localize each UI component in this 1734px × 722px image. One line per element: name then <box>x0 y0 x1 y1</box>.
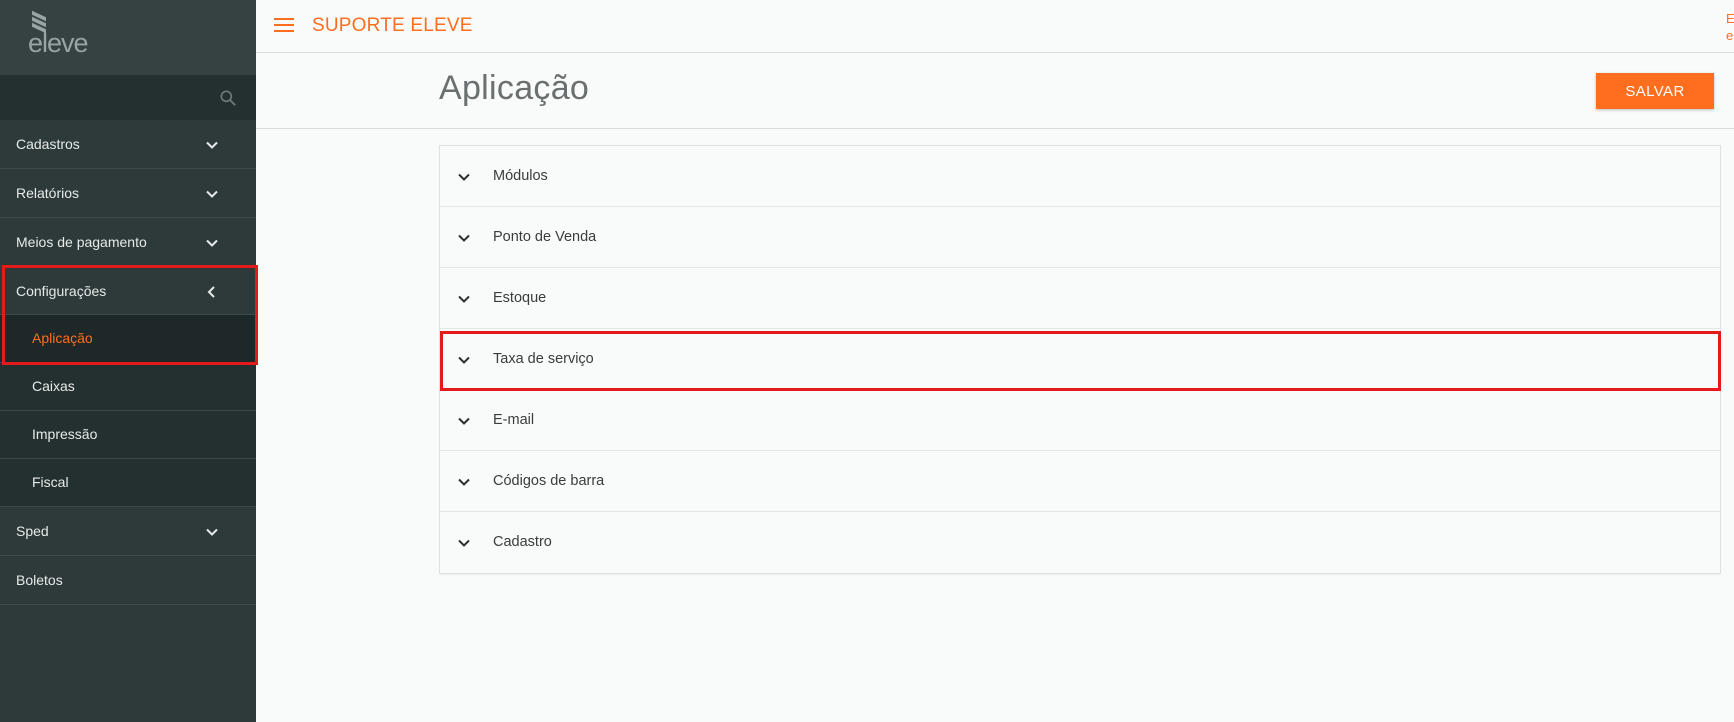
accordion-item-cadastro[interactable]: Cadastro <box>440 512 1720 573</box>
sidebar-item-label: Relatórios <box>16 185 80 201</box>
sidebar-subitem-label: Aplicação <box>32 330 93 346</box>
accordion-item-label: Taxa de serviço <box>493 351 594 367</box>
user-info-line2: e <box>1726 28 1734 43</box>
chevron-down-icon <box>458 478 470 486</box>
accordion-item-ponto-de-venda[interactable]: Ponto de Venda <box>440 207 1720 268</box>
search-input[interactable] <box>0 75 210 120</box>
settings-accordion: Módulos Ponto de Venda Estoque Taxa de s… <box>440 146 1720 573</box>
sidebar-item-label: Configurações <box>16 283 107 299</box>
page-header: Aplicação SALVAR <box>256 53 1734 129</box>
chevron-down-icon <box>206 239 218 247</box>
accordion-item-estoque[interactable]: Estoque <box>440 268 1720 329</box>
accordion-item-e-mail[interactable]: E-mail <box>440 390 1720 451</box>
accordion-item-taxa-de-servico[interactable]: Taxa de serviço <box>440 329 1720 390</box>
sidebar-subitem-label: Impressão <box>32 426 98 442</box>
accordion-item-label: Módulos <box>493 168 548 184</box>
chevron-down-icon <box>458 234 470 242</box>
sidebar-subitem-fiscal[interactable]: Fiscal <box>0 459 256 507</box>
sidebar-item-cadastros[interactable]: Cadastros <box>0 120 256 169</box>
sidebar-item-meios-de-pagamento[interactable]: Meios de pagamento <box>0 218 256 267</box>
sidebar-subitem-label: Caixas <box>32 378 75 394</box>
chevron-down-icon <box>458 173 470 181</box>
sidebar-item-relatorios[interactable]: Relatórios <box>0 169 256 218</box>
chevron-down-icon <box>206 528 218 536</box>
user-info-line1: E <box>1726 11 1734 26</box>
sidebar-item-label: Boletos <box>16 572 63 588</box>
menu-icon[interactable] <box>274 17 294 33</box>
logo-area: eleve <box>0 0 256 75</box>
accordion-item-codigos-de-barra[interactable]: Códigos de barra <box>440 451 1720 512</box>
sidebar-subitem-caixas[interactable]: Caixas <box>0 363 256 411</box>
chevron-down-icon <box>458 295 470 303</box>
logo-text: eleve <box>28 28 89 58</box>
accordion-item-label: Cadastro <box>493 534 552 550</box>
app-title: SUPORTE ELEVE <box>312 15 473 36</box>
chevron-down-icon <box>458 539 470 547</box>
sidebar: eleve Cadastros Relatórios Meios de paga… <box>0 0 258 722</box>
topbar: SUPORTE ELEVE E e <box>256 0 1734 53</box>
accordion-item-modulos[interactable]: Módulos <box>440 146 1720 207</box>
chevron-down-icon <box>458 417 470 425</box>
sidebar-item-sped[interactable]: Sped <box>0 507 256 556</box>
sidebar-subitem-impressao[interactable]: Impressão <box>0 411 256 459</box>
save-button[interactable]: SALVAR <box>1596 73 1714 109</box>
chevron-down-icon <box>206 141 218 149</box>
accordion-item-label: Estoque <box>493 290 547 306</box>
user-info-clipped[interactable]: E e <box>1726 10 1734 44</box>
sidebar-item-label: Sped <box>16 523 49 539</box>
page-title: Aplicação <box>439 69 590 107</box>
sidebar-search <box>0 75 256 120</box>
search-icon[interactable] <box>218 88 238 108</box>
eleve-logo[interactable]: eleve <box>28 10 98 58</box>
sidebar-item-label: Cadastros <box>16 136 80 152</box>
accordion-item-label: Códigos de barra <box>493 473 605 489</box>
chevron-left-icon <box>207 286 215 298</box>
sidebar-subitem-label: Fiscal <box>32 474 69 490</box>
sidebar-subitem-aplicacao[interactable]: Aplicação <box>0 315 256 363</box>
sidebar-item-configuracoes[interactable]: Configurações <box>0 267 256 315</box>
accordion-item-label: Ponto de Venda <box>493 229 597 245</box>
chevron-down-icon <box>206 190 218 198</box>
sidebar-item-boletos[interactable]: Boletos <box>0 556 256 605</box>
accordion-item-label: E-mail <box>493 412 535 428</box>
sidebar-item-label: Meios de pagamento <box>16 234 147 250</box>
chevron-down-icon <box>458 356 470 364</box>
